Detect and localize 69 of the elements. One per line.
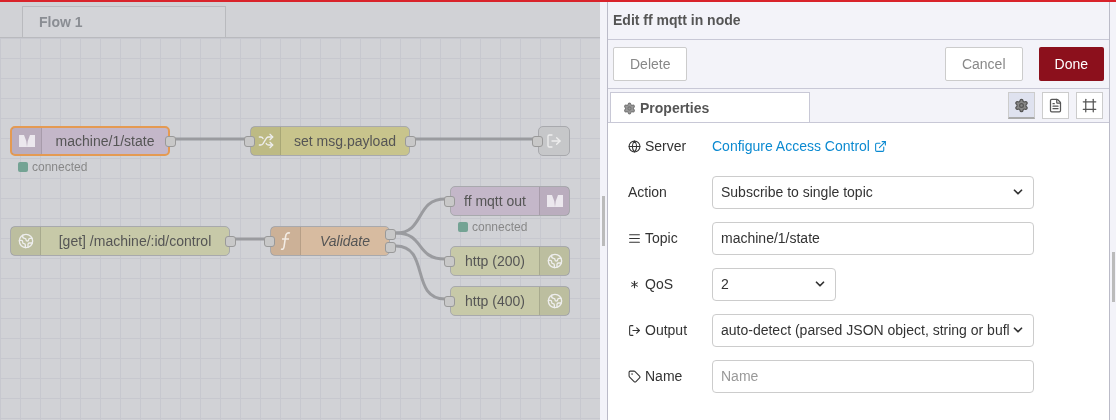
flow-node[interactable]: [get] /machine/:id/control <box>10 226 230 256</box>
wire <box>395 197 446 235</box>
flow-node[interactable]: http (400) <box>450 286 570 316</box>
properties-tab[interactable]: Properties <box>610 92 810 123</box>
view-button[interactable] <box>1008 92 1035 119</box>
node-label: Validate <box>318 231 372 251</box>
select-field[interactable]: 2 <box>712 267 836 301</box>
text-field[interactable]: machine/1/state <box>712 221 1034 255</box>
settings-icon <box>623 101 636 115</box>
field-label: Action <box>628 182 667 202</box>
bridge-icon <box>17 133 36 149</box>
input-port[interactable] <box>444 256 455 267</box>
flow-node[interactable] <box>538 126 570 156</box>
output-port[interactable] <box>385 242 396 253</box>
input-port[interactable] <box>444 296 455 307</box>
node-label: [get] /machine/:id/control <box>57 231 213 251</box>
wire <box>175 137 245 141</box>
flow-node[interactable]: http (200) <box>450 246 570 276</box>
resize-handle[interactable] <box>602 196 605 246</box>
document-icon <box>1048 98 1063 113</box>
select-field[interactable]: auto-detect (parsed JSON object, string or bufl <box>712 313 1034 347</box>
globe-icon <box>546 293 563 309</box>
done-button[interactable]: Done <box>1038 47 1104 81</box>
select-field[interactable]: Subscribe to single topic <box>712 175 1034 209</box>
output-port[interactable] <box>385 229 396 240</box>
settings-icon <box>1014 97 1029 113</box>
tag-icon <box>628 369 641 383</box>
flow-node[interactable]: ff mqtt out <box>450 186 570 216</box>
field-label: Name <box>645 366 683 386</box>
output-port[interactable] <box>165 136 176 147</box>
globe-icon <box>17 233 34 249</box>
flow-node[interactable]: Validate <box>270 226 390 256</box>
input-port[interactable] <box>244 136 255 147</box>
action-button[interactable]: Delete <box>613 47 688 81</box>
input-port[interactable] <box>264 236 275 247</box>
configure-link[interactable]: Configure Access Control <box>712 135 887 157</box>
output-port[interactable] <box>405 136 416 147</box>
view-button[interactable] <box>1076 92 1103 119</box>
shuffle-icon <box>257 133 274 149</box>
field-label: QoS <box>645 274 673 294</box>
field-label: Topic <box>645 228 678 248</box>
input-port[interactable] <box>444 196 455 207</box>
external-link-icon <box>873 139 887 153</box>
field-label: Server <box>645 136 687 156</box>
list-icon <box>628 231 641 245</box>
globe-icon <box>546 253 563 269</box>
flow-node[interactable]: set msg.payload <box>250 126 410 156</box>
node-label: http (400) <box>464 291 526 311</box>
action-button[interactable]: Cancel <box>944 47 1023 81</box>
wire <box>235 237 265 241</box>
globe-icon <box>628 139 641 153</box>
scrollbar-thumb[interactable] <box>1111 252 1115 302</box>
function-icon <box>278 231 293 251</box>
text-field[interactable]: Name <box>712 359 1034 393</box>
node-label: http (200) <box>464 251 526 271</box>
bridge-icon <box>545 193 564 209</box>
node-label: set msg.payload <box>293 131 397 151</box>
output-port[interactable] <box>225 236 236 247</box>
node-label: machine/1/state <box>54 131 156 151</box>
field-label: Output <box>645 320 688 340</box>
sign-out-icon <box>628 323 641 337</box>
view-button[interactable] <box>1042 92 1069 119</box>
status-text: connected <box>32 159 88 176</box>
frame-icon <box>1082 98 1097 113</box>
input-port[interactable] <box>532 136 543 147</box>
editor-title: Edit ff mqtt in node <box>613 11 741 30</box>
status-text: connected <box>472 219 528 236</box>
node-label: ff mqtt out <box>463 191 527 211</box>
flow-node[interactable]: machine/1/state <box>10 126 170 156</box>
